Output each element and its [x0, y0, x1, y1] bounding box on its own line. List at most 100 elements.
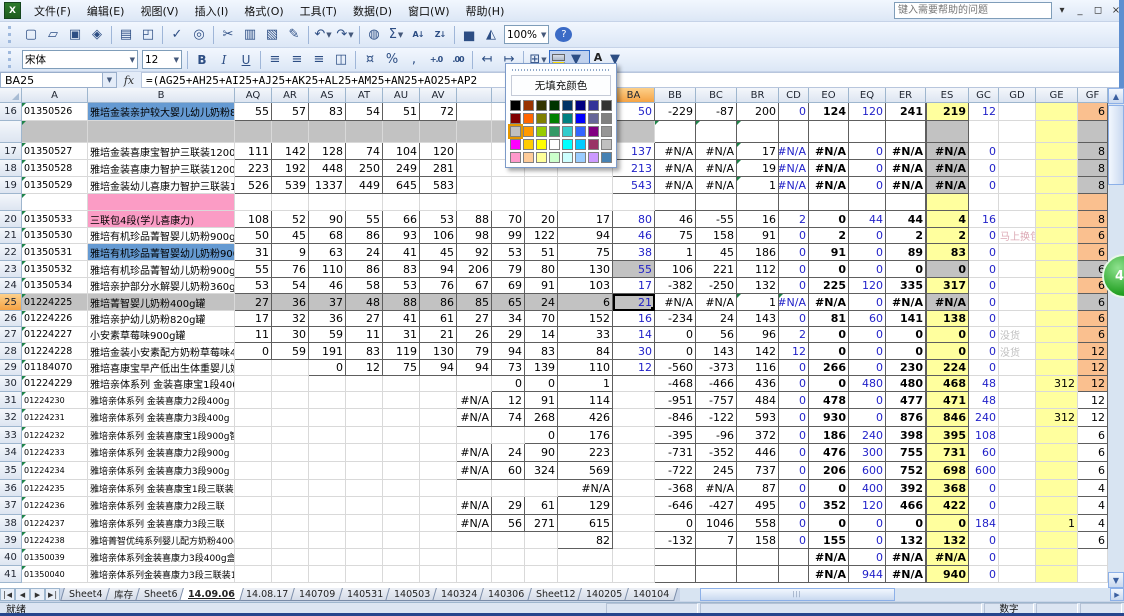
- row-header[interactable]: 38: [0, 515, 22, 532]
- increase-decimal-icon[interactable]: +.0: [425, 50, 447, 70]
- color-swatch[interactable]: [549, 152, 560, 163]
- column-header[interactable]: ER: [886, 88, 926, 103]
- grid-cell[interactable]: 0: [849, 532, 886, 549]
- column-header[interactable]: GF: [1078, 88, 1108, 103]
- grid-cell[interactable]: 雅培金装小安素配方奶粉草莓味400: [88, 343, 235, 360]
- grid-cell[interactable]: 426: [558, 409, 613, 427]
- grid-cell[interactable]: [346, 462, 383, 480]
- grid-cell[interactable]: [999, 497, 1036, 515]
- grid-cell[interactable]: #N/A: [457, 515, 492, 532]
- grid-cell[interactable]: 17: [235, 311, 272, 327]
- chevron-down-icon[interactable]: ▼: [398, 31, 403, 39]
- grid-cell[interactable]: #N/A: [809, 143, 849, 160]
- grid-cell[interactable]: 60: [849, 311, 886, 327]
- grid-cell[interactable]: 600: [969, 462, 999, 480]
- grid-cell[interactable]: [1078, 566, 1108, 583]
- grid-cell[interactable]: 0: [779, 376, 809, 392]
- grid-cell[interactable]: [1036, 160, 1078, 177]
- grid-cell[interactable]: 88: [457, 211, 492, 228]
- grid-cell[interactable]: 01224236: [22, 497, 88, 515]
- grid-cell[interactable]: 12: [969, 103, 999, 121]
- grid-cell[interactable]: [235, 194, 272, 211]
- grid-cell[interactable]: #N/A: [558, 480, 613, 497]
- row-header[interactable]: 20: [0, 211, 22, 228]
- grid-cell[interactable]: 1: [737, 177, 779, 194]
- grid-cell[interactable]: [309, 462, 346, 480]
- menu-item-data[interactable]: 数据(D): [345, 1, 400, 21]
- grid-cell[interactable]: 206: [457, 261, 492, 278]
- grid-cell[interactable]: [969, 121, 999, 143]
- vertical-scrollbar-thumb[interactable]: [1108, 105, 1124, 185]
- menu-item-tools[interactable]: 工具(T): [292, 1, 345, 21]
- grid-cell[interactable]: 38: [613, 244, 655, 261]
- grid-cell[interactable]: [309, 427, 346, 444]
- grid-cell[interactable]: 46: [309, 278, 346, 294]
- grid-cell[interactable]: 158: [737, 532, 779, 549]
- grid-cell[interactable]: 0: [969, 177, 999, 194]
- grid-cell[interactable]: -96: [696, 427, 737, 444]
- grid-cell[interactable]: [272, 427, 309, 444]
- next-sheet-button[interactable]: ▶: [30, 588, 45, 601]
- grid-cell[interactable]: 846: [926, 409, 969, 427]
- grid-cell[interactable]: [737, 194, 779, 211]
- grid-cell[interactable]: -250: [696, 278, 737, 294]
- grid-cell[interactable]: [235, 376, 272, 392]
- grid-cell[interactable]: #N/A: [809, 160, 849, 177]
- grid-cell[interactable]: [655, 566, 696, 583]
- grid-cell[interactable]: 422: [926, 497, 969, 515]
- new-document-icon[interactable]: ▢: [20, 25, 42, 45]
- grid-cell[interactable]: 120: [849, 278, 886, 294]
- grid-cell[interactable]: 82: [558, 532, 613, 549]
- scroll-right-icon[interactable]: ▶: [1110, 588, 1124, 601]
- color-swatch[interactable]: [510, 113, 521, 124]
- grid-cell[interactable]: 94: [558, 228, 613, 244]
- grid-cell[interactable]: 132: [737, 278, 779, 294]
- grid-cell[interactable]: 59: [272, 343, 309, 360]
- grid-cell[interactable]: [999, 103, 1036, 121]
- grid-cell[interactable]: 224: [926, 360, 969, 376]
- grid-cell[interactable]: 372: [737, 427, 779, 444]
- grid-cell[interactable]: 0: [849, 360, 886, 376]
- grid-cell[interactable]: 6: [1078, 244, 1108, 261]
- chevron-down-icon[interactable]: ▼: [348, 31, 353, 39]
- grid-cell[interactable]: #N/A: [655, 143, 696, 160]
- grid-cell[interactable]: 雅培喜康宝早产低出生体重婴儿奶粉: [88, 360, 235, 376]
- open-icon[interactable]: ▱: [42, 25, 64, 45]
- grid-cell[interactable]: [1078, 194, 1108, 211]
- grid-cell[interactable]: 8: [1078, 160, 1108, 177]
- grid-cell[interactable]: 368: [926, 480, 969, 497]
- grid-cell[interactable]: 01350532: [22, 261, 88, 278]
- grid-cell[interactable]: [420, 376, 457, 392]
- grid-cell[interactable]: 558: [737, 515, 779, 532]
- grid-cell[interactable]: 87: [737, 480, 779, 497]
- drawing-icon[interactable]: ◭: [480, 25, 502, 45]
- chevron-down-icon[interactable]: ▼: [174, 56, 179, 64]
- grid-cell[interactable]: [235, 409, 272, 427]
- color-swatch[interactable]: [588, 113, 599, 124]
- grid-cell[interactable]: 81: [809, 311, 849, 327]
- grid-cell[interactable]: 698: [926, 462, 969, 480]
- grid-cell[interactable]: 317: [926, 278, 969, 294]
- grid-cell[interactable]: 137: [613, 143, 655, 160]
- currency-style-icon[interactable]: ¤: [359, 50, 381, 70]
- menu-item-insert[interactable]: 插入(I): [187, 1, 237, 21]
- grid-cell[interactable]: -229: [655, 103, 696, 121]
- grid-cell[interactable]: [420, 566, 457, 583]
- grid-cell[interactable]: 53: [420, 211, 457, 228]
- save-icon[interactable]: ▣: [64, 25, 86, 45]
- decrease-indent-icon[interactable]: ↤: [476, 50, 498, 70]
- grid-cell[interactable]: [383, 462, 420, 480]
- grid-cell[interactable]: 74: [492, 409, 525, 427]
- grid-cell[interactable]: 76: [272, 261, 309, 278]
- grid-cell[interactable]: [346, 427, 383, 444]
- grid-cell[interactable]: [525, 566, 558, 583]
- research-icon[interactable]: ◎: [188, 25, 210, 45]
- grid-cell[interactable]: [272, 566, 309, 583]
- grid-cell[interactable]: [655, 194, 696, 211]
- grid-cell[interactable]: [613, 194, 655, 211]
- grid-cell[interactable]: 312: [1036, 376, 1078, 392]
- grid-cell[interactable]: 0: [492, 376, 525, 392]
- grid-cell[interactable]: [457, 194, 492, 211]
- grid-cell[interactable]: 98: [457, 228, 492, 244]
- grid-cell[interactable]: 01224228: [22, 343, 88, 360]
